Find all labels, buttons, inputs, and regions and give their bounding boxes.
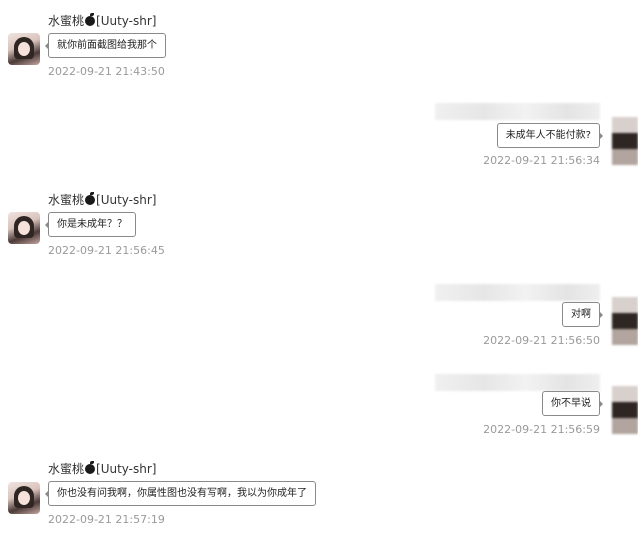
sender-name: 水蜜桃 [Uuty-shr]	[48, 460, 156, 477]
message-bubble[interactable]: 你是未成年？？	[45, 212, 136, 237]
message-timestamp: 2022-09-21 21:56:59	[483, 423, 600, 436]
peach-icon	[85, 13, 96, 26]
sender-name-suffix: [Uuty-shr]	[96, 462, 157, 476]
redacted-sender-name	[435, 374, 600, 391]
sender-name-prefix: 水蜜桃	[48, 462, 85, 476]
message-bubble[interactable]: 未成年人不能付款?	[496, 123, 604, 148]
avatar[interactable]	[8, 212, 40, 244]
avatar[interactable]	[612, 117, 638, 165]
sender-name-suffix: [Uuty-shr]	[96, 14, 157, 28]
avatar[interactable]	[8, 33, 40, 65]
message-bubble[interactable]: 就你前面截图给我那个	[45, 33, 166, 58]
sender-name-prefix: 水蜜桃	[48, 193, 85, 207]
avatar[interactable]	[612, 386, 638, 434]
message-timestamp: 2022-09-21 21:56:50	[483, 334, 600, 347]
avatar[interactable]	[8, 482, 40, 514]
message-timestamp: 2022-09-21 21:56:34	[483, 154, 600, 167]
redacted-sender-name	[435, 284, 600, 301]
sender-name-prefix: 水蜜桃	[48, 14, 85, 28]
message-timestamp: 2022-09-21 21:56:45	[48, 244, 165, 257]
message-bubble[interactable]: 你不早说	[542, 391, 603, 416]
sender-name: 水蜜桃 [Uuty-shr]	[48, 12, 156, 29]
peach-icon	[85, 192, 96, 205]
avatar[interactable]	[612, 297, 638, 345]
redacted-sender-name	[435, 103, 600, 120]
sender-name-suffix: [Uuty-shr]	[96, 193, 157, 207]
message-timestamp: 2022-09-21 21:43:50	[48, 65, 165, 78]
sender-name: 水蜜桃 [Uuty-shr]	[48, 191, 156, 208]
message-bubble[interactable]: 你也没有问我啊，你属性图也没有写啊，我以为你成年了	[45, 481, 316, 506]
message-timestamp: 2022-09-21 21:57:19	[48, 513, 165, 526]
message-bubble[interactable]: 对啊	[562, 302, 603, 327]
peach-icon	[85, 461, 96, 474]
